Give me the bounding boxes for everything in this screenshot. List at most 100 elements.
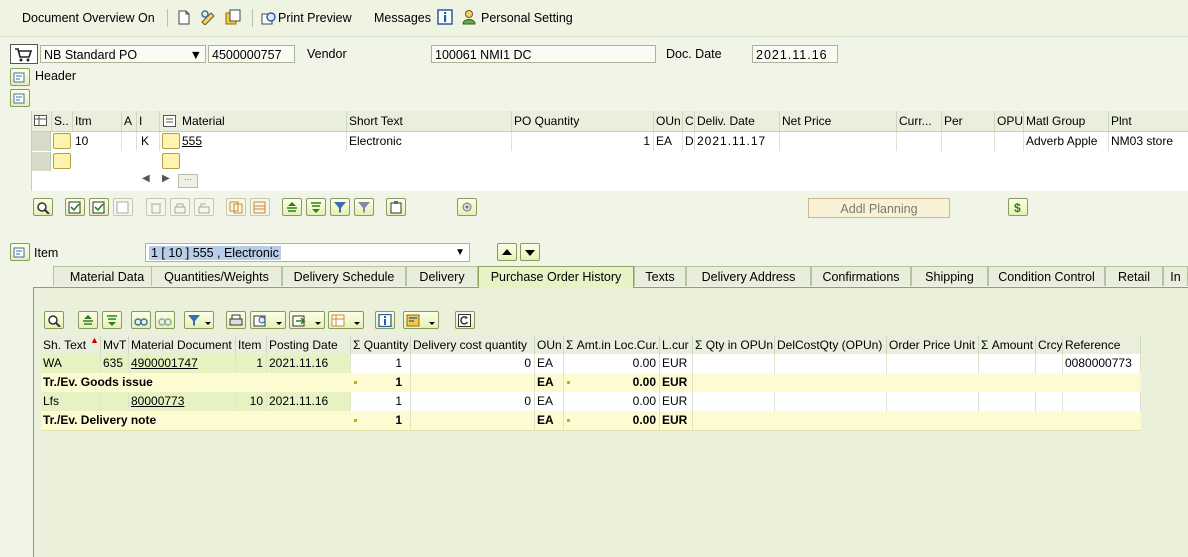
item-cell[interactable]: 10 [236,392,267,411]
doc-type-select[interactable]: NB Standard PO ▼ [40,45,206,63]
unlock-icon[interactable] [194,198,214,216]
col-header-crcy[interactable]: Crcy [1036,336,1063,354]
material-document-cell[interactable]: 4900001747 [129,354,236,373]
subtotal-row[interactable]: Tr./Ev. Delivery note 1 EA 0.00 EUR [41,411,1141,431]
material-select-box[interactable] [162,133,180,149]
personal-setting-button[interactable]: Personal Setting [481,11,573,25]
col-header-reference[interactable]: Reference [1063,336,1141,354]
plant-cell[interactable]: NM03 store [1109,132,1188,151]
detail-icon[interactable] [33,198,53,216]
amount-loc-cur-cell[interactable]: 0.00 [564,354,660,373]
material-document-link[interactable]: 80000773 [131,394,184,408]
col-header-delcostqty-opun[interactable]: DelCostQty (OPUn) [775,336,887,354]
graphic-icon[interactable] [403,311,439,329]
tab-purchase-order-history[interactable]: Purchase Order History [478,266,634,288]
tab-confirmations[interactable]: Confirmations [811,266,911,286]
mvt-cell[interactable] [101,392,129,411]
col-header-curr[interactable]: Curr... [897,111,942,131]
layout-icon[interactable] [328,311,364,329]
collapse-items-button[interactable] [10,89,30,107]
deliv-date-cell[interactable]: 2021.11.17 [695,132,780,151]
opu-cell[interactable] [995,132,1024,151]
doc-date-field[interactable]: 2021.11.16 [752,45,838,63]
col-header-a[interactable]: A [122,111,137,131]
filter-icon[interactable] [184,311,214,329]
row-selector[interactable] [32,132,51,151]
curr-cell[interactable] [897,132,942,151]
filter-icon[interactable] [330,198,350,216]
mvt-cell[interactable]: 635 [101,354,129,373]
col-header-oun[interactable]: OUn [535,336,564,354]
cart-icon[interactable] [10,44,38,67]
oun-cell[interactable]: EA [535,392,564,411]
per-cell[interactable] [942,132,995,151]
new-document-icon[interactable] [178,10,190,28]
item-category-cell[interactable]: K [137,132,160,151]
select-all-icon[interactable] [65,198,85,216]
delcostqty-opun-cell[interactable] [775,392,887,411]
currency-icon[interactable]: $ [1008,198,1028,216]
table-row[interactable]: Lfs 80000773 10 2021.11.16 1 0 EA 0.00 E… [41,392,1141,411]
col-header-qty-opun[interactable]: Σ Qty in OPUn [693,336,775,354]
col-header-matl-group[interactable]: Matl Group [1024,111,1109,131]
item-select[interactable]: 1 [ 10 ] 555 , Electronic ▼ [145,243,470,262]
tab-more[interactable]: In [1163,266,1188,286]
tab-quantities-weights[interactable]: Quantities/Weights [151,266,282,286]
material-document-cell[interactable]: 80000773 [129,392,236,411]
col-header-mvt[interactable]: MvT [101,336,129,354]
messages-button[interactable]: Messages [374,11,431,25]
row-selector[interactable] [32,152,51,171]
copy-icon[interactable] [226,198,246,216]
addl-planning-button[interactable]: Addl Planning [808,198,950,218]
posting-date-cell[interactable]: 2021.11.16 [267,354,351,373]
col-header-material[interactable]: Material [160,111,347,131]
posting-date-cell[interactable]: 2021.11.16 [267,392,351,411]
date-cat-cell[interactable]: D [683,132,695,151]
lock-icon[interactable] [170,198,190,216]
quantity-cell[interactable]: 1 [351,354,411,373]
settings-icon[interactable] [457,198,477,216]
material-document-link[interactable]: 4900001747 [131,356,198,370]
reference-cell[interactable]: 0080000773 [1063,354,1141,373]
col-header-plnt[interactable]: Plnt [1109,111,1188,131]
tab-material-data[interactable]: Material Data [53,266,161,286]
col-header-per[interactable]: Per [942,111,995,131]
table-row[interactable] [32,152,1188,171]
scroll-right-icon[interactable]: ▶ [162,173,170,184]
crcy-cell[interactable] [1036,354,1063,373]
col-header-net-price[interactable]: Net Price [780,111,897,131]
filter-delete-icon[interactable] [354,198,374,216]
lcur-cell[interactable]: EUR [660,354,693,373]
material-link[interactable]: 555 [182,134,202,148]
col-header-item[interactable]: Item [236,336,267,354]
clipboard-icon[interactable] [386,198,406,216]
col-header-amt-loc-cur[interactable]: Σ Amt.in Loc.Cur. [564,336,660,354]
print-preview-button[interactable]: Print Preview [278,11,352,25]
col-header-oun[interactable]: OUn [654,111,683,131]
col-header-po-qty[interactable]: PO Quantity [512,111,654,131]
print-icon[interactable] [226,311,246,329]
material-cell[interactable]: 555 [160,132,347,151]
scroll-left-icon[interactable]: ◀ [142,173,150,184]
acct-assign-cell[interactable] [122,132,137,151]
col-header-order-price-unit[interactable]: Order Price Unit [887,336,979,354]
material-select-box[interactable] [162,153,180,169]
net-price-cell[interactable] [780,132,897,151]
delivery-cost-qty-cell[interactable]: 0 [411,354,535,373]
tab-shipping[interactable]: Shipping [911,266,988,286]
quantity-cell[interactable]: 1 [351,392,411,411]
tab-delivery-schedule[interactable]: Delivery Schedule [282,266,406,286]
next-item-button[interactable] [520,243,540,261]
detail-icon[interactable] [44,311,64,329]
info-icon[interactable] [437,9,453,28]
vendor-field[interactable]: 100061 NMI1 DC [431,45,656,63]
amount-cell[interactable] [979,392,1036,411]
delivery-cost-qty-cell[interactable]: 0 [411,392,535,411]
table-row[interactable]: WA 635 4900001747 1 2021.11.16 1 0 EA 0.… [41,354,1141,373]
oun-cell[interactable]: EA [654,132,683,151]
col-header-short-text[interactable]: Short Text [347,111,512,131]
po-number-field[interactable]: 4500000757 [208,45,295,63]
sh-text-cell[interactable]: Lfs [41,392,101,411]
crcy-cell[interactable] [1036,392,1063,411]
order-price-unit-cell[interactable] [887,354,979,373]
